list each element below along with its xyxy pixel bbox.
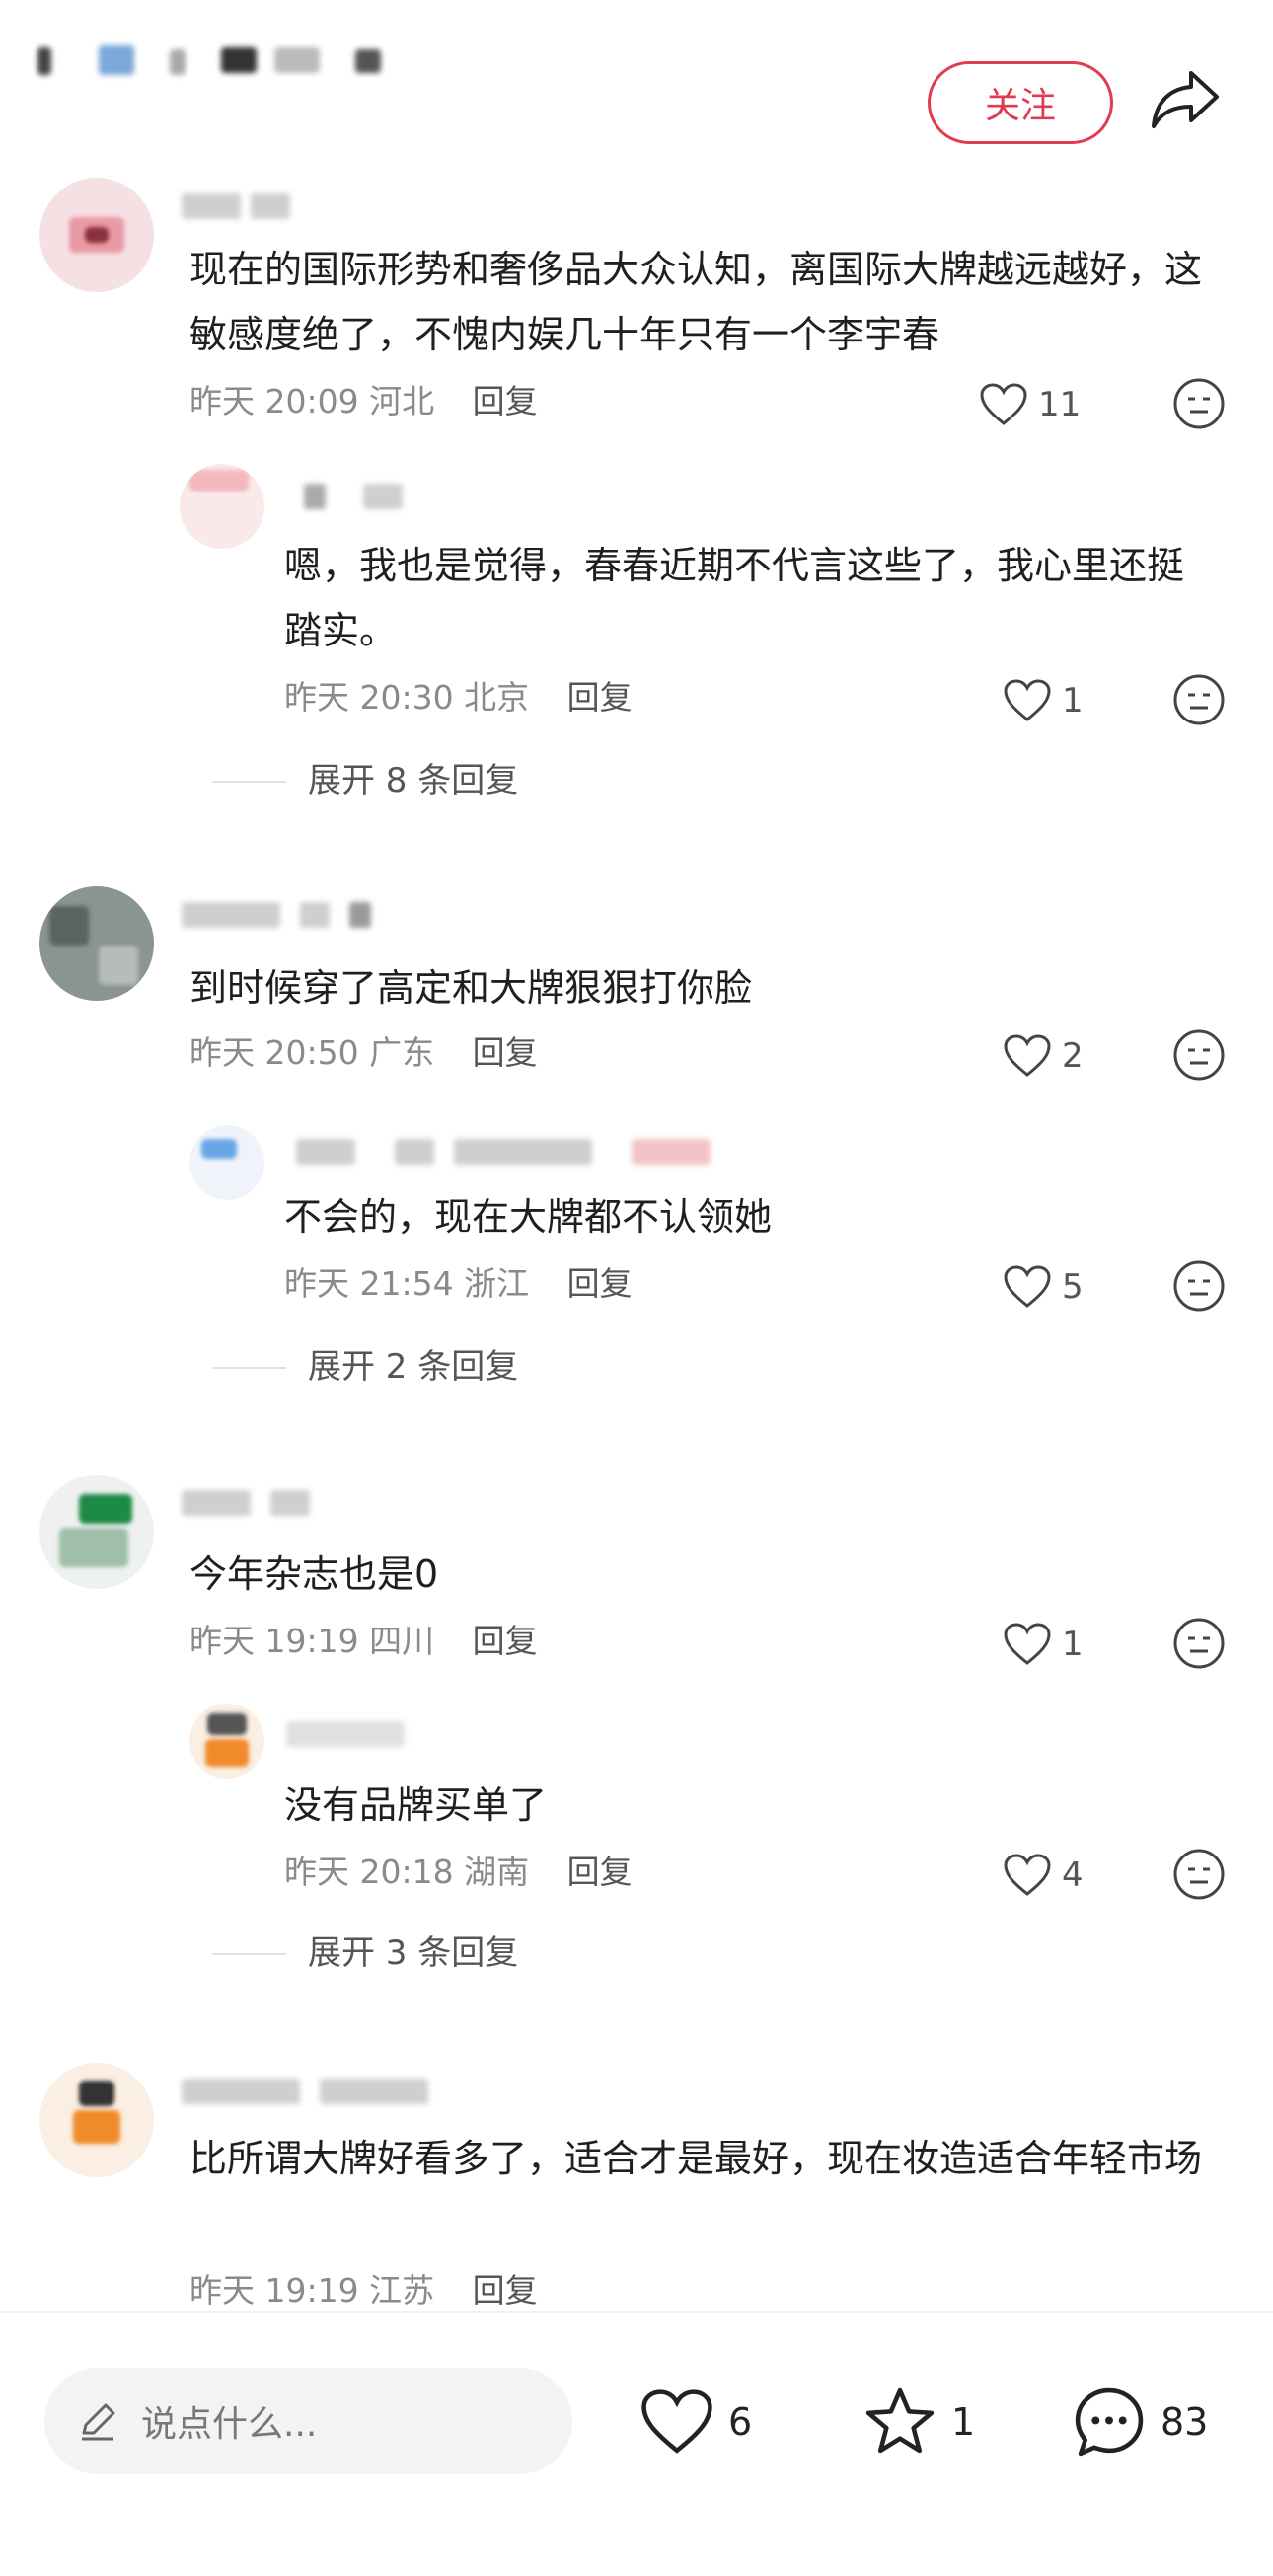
comment-meta: 昨天 19:19 江苏 回复	[189, 2266, 538, 2315]
comment-meta: 昨天 19:19 四川 回复	[189, 1617, 538, 1666]
heart-icon	[641, 2389, 712, 2454]
collect-button[interactable]: 1	[862, 2378, 975, 2466]
pencil-icon	[82, 2403, 115, 2441]
divider	[212, 1367, 286, 1369]
like-button[interactable]: 11	[979, 377, 1081, 432]
reply-time: 昨天 21:54	[284, 1264, 454, 1303]
comment-input-placeholder: 说点什么...	[141, 2404, 318, 2445]
divider	[212, 1953, 286, 1955]
heart-icon	[1004, 1854, 1051, 1896]
like-count: 5	[1062, 1267, 1084, 1307]
avatar[interactable]	[39, 1475, 154, 1589]
follow-button[interactable]: 关注	[928, 61, 1113, 144]
comment-text: 到时候穿了高定和大牌狠狠打你脸	[189, 966, 753, 1010]
star-icon	[865, 2387, 935, 2454]
comment-location: 四川	[369, 1622, 435, 1660]
comment-location: 河北	[369, 382, 435, 420]
reply-location: 北京	[464, 678, 530, 717]
like-button[interactable]: 5	[1003, 1259, 1084, 1315]
reply-time: 昨天 20:30	[284, 678, 454, 717]
comment-page: 关注 现在的国际形势和奢侈品大众认知，离国际大牌越远越好，这敏感度绝了，不愧内娱…	[0, 0, 1273, 2576]
emoji-face-icon[interactable]	[1172, 377, 1226, 430]
comment-meta: 昨天 20:50 广东 回复	[189, 1028, 538, 1078]
emoji-face-icon[interactable]	[1172, 1617, 1226, 1670]
like-count: 1	[1062, 681, 1084, 720]
avatar[interactable]	[39, 886, 154, 1001]
username-blurred[interactable]	[296, 1139, 730, 1165]
post-like-count: 6	[728, 2400, 753, 2444]
username-blurred[interactable]	[286, 1721, 414, 1747]
comment-bubble-icon	[1075, 2387, 1144, 2457]
comment-time: 昨天 19:19	[189, 1622, 359, 1660]
header: 关注	[0, 0, 1273, 183]
like-button[interactable]: 2	[1003, 1028, 1084, 1084]
username-blurred[interactable]	[182, 2079, 438, 2104]
comment-text: 今年杂志也是0	[189, 1553, 439, 1596]
divider	[212, 781, 286, 783]
avatar[interactable]	[189, 1704, 264, 1779]
comment-text: 现在的国际形势和奢侈品大众认知，离国际大牌越远越好，这敏感度绝了，不愧内娱几十年…	[189, 248, 1203, 356]
like-count: 2	[1062, 1036, 1084, 1076]
heart-icon	[1004, 679, 1051, 721]
expand-replies-button[interactable]: 展开 3 条回复	[308, 1929, 518, 1978]
like-button[interactable]: 1	[1003, 1617, 1084, 1672]
avatar[interactable]	[180, 464, 264, 549]
heart-icon	[1004, 1034, 1051, 1077]
reply-button[interactable]: 回复	[473, 1622, 538, 1660]
reply-button[interactable]: 回复	[473, 1033, 538, 1072]
comment-text: 比所谓大牌好看多了，适合才是最好，现在妆造适合年轻市场	[189, 2137, 1203, 2180]
like-count: 11	[1038, 385, 1082, 424]
heart-icon	[1004, 1265, 1051, 1308]
comment-input[interactable]: 说点什么...	[44, 2368, 572, 2474]
heart-icon	[980, 383, 1027, 425]
reply-button[interactable]: 回复	[473, 382, 538, 420]
comment-time: 昨天 19:19	[189, 2271, 359, 2310]
reply-meta: 昨天 20:30 北京 回复	[284, 673, 633, 722]
emoji-face-icon[interactable]	[1172, 673, 1226, 726]
avatar[interactable]	[189, 1125, 264, 1200]
reply-button[interactable]: 回复	[567, 678, 633, 717]
comment-meta: 昨天 20:09 河北 回复	[189, 377, 538, 426]
like-count: 1	[1062, 1625, 1084, 1664]
comment-location: 江苏	[369, 2271, 435, 2310]
reply-text: 嗯，我也是觉得，春春近期不代言这些了，我心里还挺踏实。	[284, 544, 1185, 652]
reply-button[interactable]: 回复	[567, 1264, 633, 1303]
expand-replies-button[interactable]: 展开 2 条回复	[308, 1342, 518, 1392]
username-blurred[interactable]	[182, 902, 389, 928]
share-arrow-icon[interactable]	[1150, 67, 1221, 132]
avatar[interactable]	[39, 2063, 154, 2177]
avatar[interactable]	[39, 178, 154, 292]
heart-icon	[1004, 1623, 1051, 1665]
like-button[interactable]: 1	[1003, 673, 1084, 728]
bottom-bar: 说点什么... 6 1 83	[0, 2311, 1273, 2576]
emoji-face-icon[interactable]	[1172, 1848, 1226, 1901]
reply-button[interactable]: 回复	[473, 2271, 538, 2310]
reply-location: 湖南	[464, 1853, 530, 1891]
username-blurred[interactable]	[182, 1490, 310, 1516]
reply-meta: 昨天 20:18 湖南 回复	[284, 1848, 633, 1897]
comment-location: 广东	[369, 1033, 435, 1072]
reply-button[interactable]: 回复	[567, 1853, 633, 1891]
reply-time: 昨天 20:18	[284, 1853, 454, 1891]
reply-location: 浙江	[464, 1264, 530, 1303]
comment-count: 83	[1161, 2400, 1209, 2444]
collect-count: 1	[951, 2400, 976, 2444]
username-blurred[interactable]	[304, 484, 412, 509]
emoji-face-icon[interactable]	[1172, 1259, 1226, 1313]
reply-text: 不会的，现在大牌都不认领她	[284, 1195, 773, 1239]
reply-text: 没有品牌买单了	[284, 1783, 548, 1827]
post-like-button[interactable]: 6	[639, 2378, 752, 2466]
comments-button[interactable]: 83	[1072, 2378, 1208, 2466]
reply-meta: 昨天 21:54 浙江 回复	[284, 1259, 633, 1309]
username-blurred[interactable]	[182, 193, 310, 219]
comment-time: 昨天 20:50	[189, 1033, 359, 1072]
like-button[interactable]: 4	[1003, 1848, 1084, 1903]
like-count: 4	[1062, 1856, 1084, 1895]
comment-time: 昨天 20:09	[189, 382, 359, 420]
emoji-face-icon[interactable]	[1172, 1028, 1226, 1082]
expand-replies-button[interactable]: 展开 8 条回复	[308, 756, 518, 805]
